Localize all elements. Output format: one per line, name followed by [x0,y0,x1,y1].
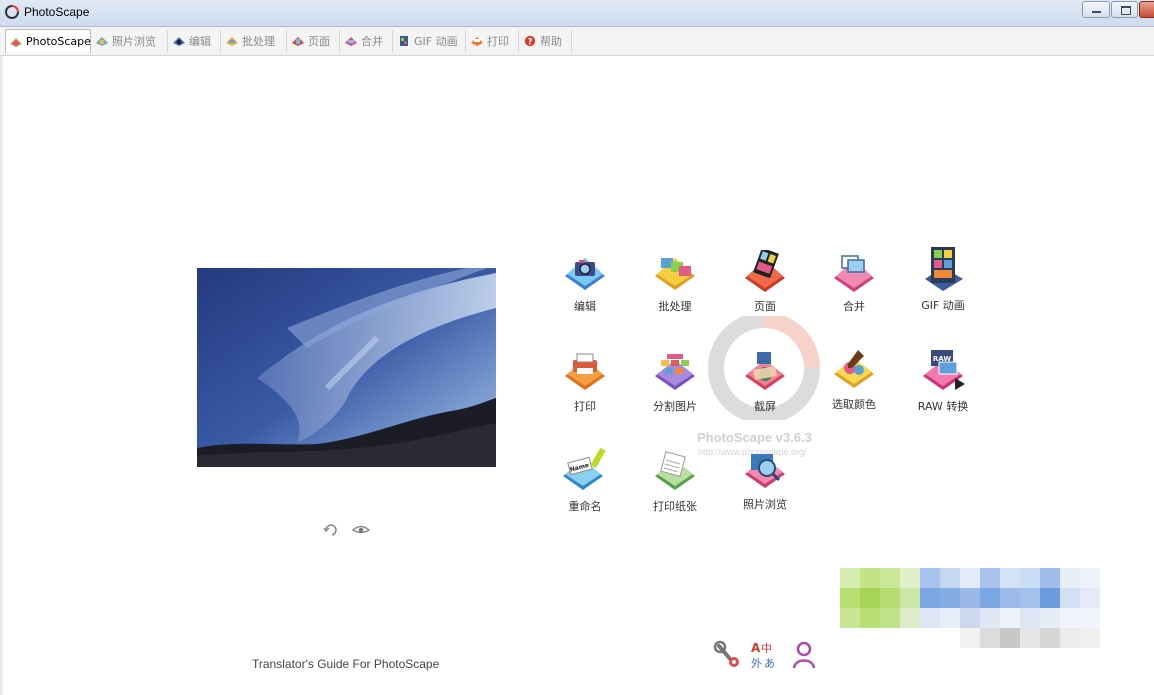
tool-label: 批处理 [658,300,692,313]
tool-label: 选取颜色 [832,398,876,411]
viewer-icon [96,37,108,46]
tool-print[interactable]: 打印 [550,350,620,420]
user-icon[interactable] [790,640,818,670]
tab-label: 打印 [487,35,509,48]
tool-label: 截屏 [754,400,776,413]
tool-label: 页面 [754,300,776,313]
rename-icon: Name [563,448,606,490]
tab-label: 编辑 [189,35,211,48]
pixelated-overlay [840,568,1101,661]
tool-editor[interactable]: 编辑 [550,250,620,320]
close-button[interactable] [1139,1,1154,18]
tab-label: PhotoScape [26,35,91,48]
tool-color-picker[interactable]: 选取颜色 [819,348,889,418]
tool-label: 照片浏览 [743,498,787,511]
tool-rename[interactable]: Name 重命名 [550,448,620,518]
tab-photoscape[interactable]: PhotoScape [5,29,91,53]
page-icon [292,37,304,46]
tool-screen-capture[interactable]: 截屏 [730,350,800,420]
tool-batch[interactable]: 批处理 [640,250,710,320]
tool-label: 打印 [574,400,596,413]
viewer-icon [745,454,785,488]
translator-guide-link[interactable]: Translator's Guide For PhotoScape [252,657,439,671]
eye-icon[interactable] [352,522,370,536]
tool-label: GIF 动画 [921,299,965,312]
tab-gif[interactable]: GIF 动画 [394,30,466,52]
tool-splitter[interactable]: 分割图片 [640,350,710,420]
tool-label: 合并 [843,300,865,313]
print-icon [565,353,605,390]
color-picker-icon [834,350,874,388]
tool-label: 编辑 [574,300,596,313]
batch-icon [655,258,695,290]
tool-combine[interactable]: 合并 [819,250,889,320]
gif-icon [925,247,963,291]
tab-strip: PhotoScape 照片浏览 编辑 批处理 页面 合并 GIF 动画 打印 ?… [0,27,1154,56]
svg-text:A: A [751,641,761,655]
tab-combine[interactable]: 合并 [341,30,393,52]
splitter-icon [655,354,695,390]
maximize-button[interactable] [1111,1,1138,18]
page-icon [745,250,785,292]
tab-label: GIF 动画 [414,35,458,48]
photoscape-logo-icon [5,5,19,19]
raw-converter-icon: RAW [923,350,965,390]
tool-gif[interactable]: GIF 动画 [908,245,978,315]
help-icon: ? [524,35,536,47]
tab-label: 照片浏览 [112,35,156,48]
tab-label: 帮助 [540,35,562,48]
svg-text:?: ? [528,37,533,47]
sample-photo [197,268,496,467]
combine-icon [345,37,357,46]
title-bar: PhotoScape [0,0,1154,27]
language-icon[interactable]: A 中 外 あ [750,640,778,670]
batch-icon [226,37,238,46]
svg-text:外: 外 [751,657,762,670]
editor-icon [173,37,185,46]
tool-label: RAW 转换 [917,400,969,413]
tool-label: 分割图片 [653,400,697,413]
tab-label: 页面 [308,35,330,48]
tab-label: 批处理 [242,35,275,48]
tool-raw-converter[interactable]: RAW RAW 转换 [908,348,978,418]
svg-text:中: 中 [761,642,772,655]
gif-icon [400,36,408,46]
tab-viewer[interactable]: 照片浏览 [92,30,168,52]
editor-icon [565,258,605,290]
tab-help[interactable]: ? 帮助 [520,30,572,52]
rotate-icon[interactable] [323,522,341,536]
print-icon [471,37,483,46]
screen-capture-icon [745,352,785,390]
minimize-button[interactable] [1082,1,1110,18]
watermark-version: PhotoScape v3.6.3 [697,430,812,445]
photoscape-icon [10,37,22,47]
window-title: PhotoScape [24,5,90,19]
tool-page[interactable]: 页面 [730,250,800,320]
settings-tools-icon[interactable] [713,640,741,670]
tab-batch[interactable]: 批处理 [222,30,287,52]
tool-label: 重命名 [568,500,602,513]
tab-label: 合并 [361,35,383,48]
svg-text:あ: あ [764,657,775,670]
paper-print-icon [655,451,695,490]
tool-viewer[interactable]: 照片浏览 [730,448,800,518]
tab-page[interactable]: 页面 [288,30,340,52]
tab-print[interactable]: 打印 [467,30,519,52]
tool-paper-print[interactable]: 打印纸张 [640,450,710,520]
window-frame-left [0,56,4,695]
combine-icon [834,255,874,292]
tab-editor[interactable]: 编辑 [169,30,221,52]
tool-label: 打印纸张 [653,500,697,513]
